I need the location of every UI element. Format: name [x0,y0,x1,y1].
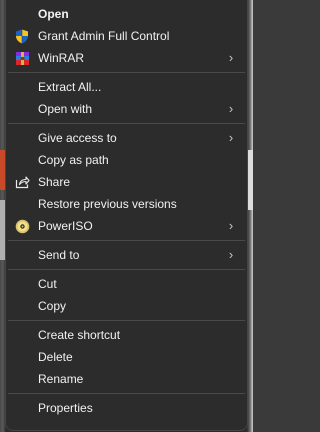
menu-item-copy[interactable]: Copy [6,295,247,317]
menu-item-grant-admin-full-control[interactable]: Grant Admin Full Control [6,25,247,47]
menu-item-create-shortcut[interactable]: Create shortcut [6,324,247,346]
menu-item-label: Copy as path [38,153,109,167]
uac-shield-icon [6,25,38,47]
menu-item-open-with[interactable]: Open with › [6,98,247,120]
menu-item-label: Restore previous versions [38,197,177,211]
menu-item-label: PowerISO [38,219,93,233]
menu-item-label: Give access to [38,131,117,145]
menu-item-label: Share [38,175,71,189]
menu-item-label: Send to [38,248,80,262]
share-icon [6,171,38,193]
menu-item-label: Copy [38,299,67,313]
menu-item-poweriso[interactable]: PowerISO › [6,215,247,237]
menu-item-winrar[interactable]: WinRAR › [6,47,247,69]
menu-item-label: Properties [38,401,93,415]
menu-item-properties[interactable]: Properties [6,397,247,419]
menu-separator [8,269,245,270]
menu-separator [8,72,245,73]
menu-separator [8,393,245,394]
chevron-right-icon: › [228,247,234,262]
chevron-right-icon: › [228,50,234,65]
menu-item-label: Rename [38,372,84,386]
background-window-edge [248,150,253,210]
menu-item-label: Create shortcut [38,328,121,342]
menu-item-label: Grant Admin Full Control [38,29,170,43]
menu-item-label: Open [38,7,69,21]
poweriso-icon [6,215,38,237]
chevron-right-icon: › [228,130,234,145]
context-menu: Open Grant Admin Full Control WinRAR › E… [5,0,248,431]
menu-item-send-to[interactable]: Send to › [6,244,247,266]
winrar-icon [6,47,38,69]
menu-item-label: Extract All... [38,80,102,94]
menu-item-give-access-to[interactable]: Give access to › [6,127,247,149]
menu-separator [8,320,245,321]
chevron-right-icon: › [228,218,234,233]
menu-item-restore-previous-versions[interactable]: Restore previous versions [6,193,247,215]
menu-item-extract-all[interactable]: Extract All... [6,76,247,98]
menu-item-cut[interactable]: Cut [6,273,247,295]
menu-item-rename[interactable]: Rename [6,368,247,390]
menu-item-open[interactable]: Open [6,3,247,25]
menu-separator [8,240,245,241]
menu-separator [8,123,245,124]
menu-item-label: Open with [38,102,93,116]
menu-item-copy-as-path[interactable]: Copy as path [6,149,247,171]
menu-item-delete[interactable]: Delete [6,346,247,368]
menu-item-label: WinRAR [38,51,85,65]
menu-item-label: Delete [38,350,73,364]
menu-item-label: Cut [38,277,57,291]
chevron-right-icon: › [228,101,234,116]
menu-item-share[interactable]: Share [6,171,247,193]
